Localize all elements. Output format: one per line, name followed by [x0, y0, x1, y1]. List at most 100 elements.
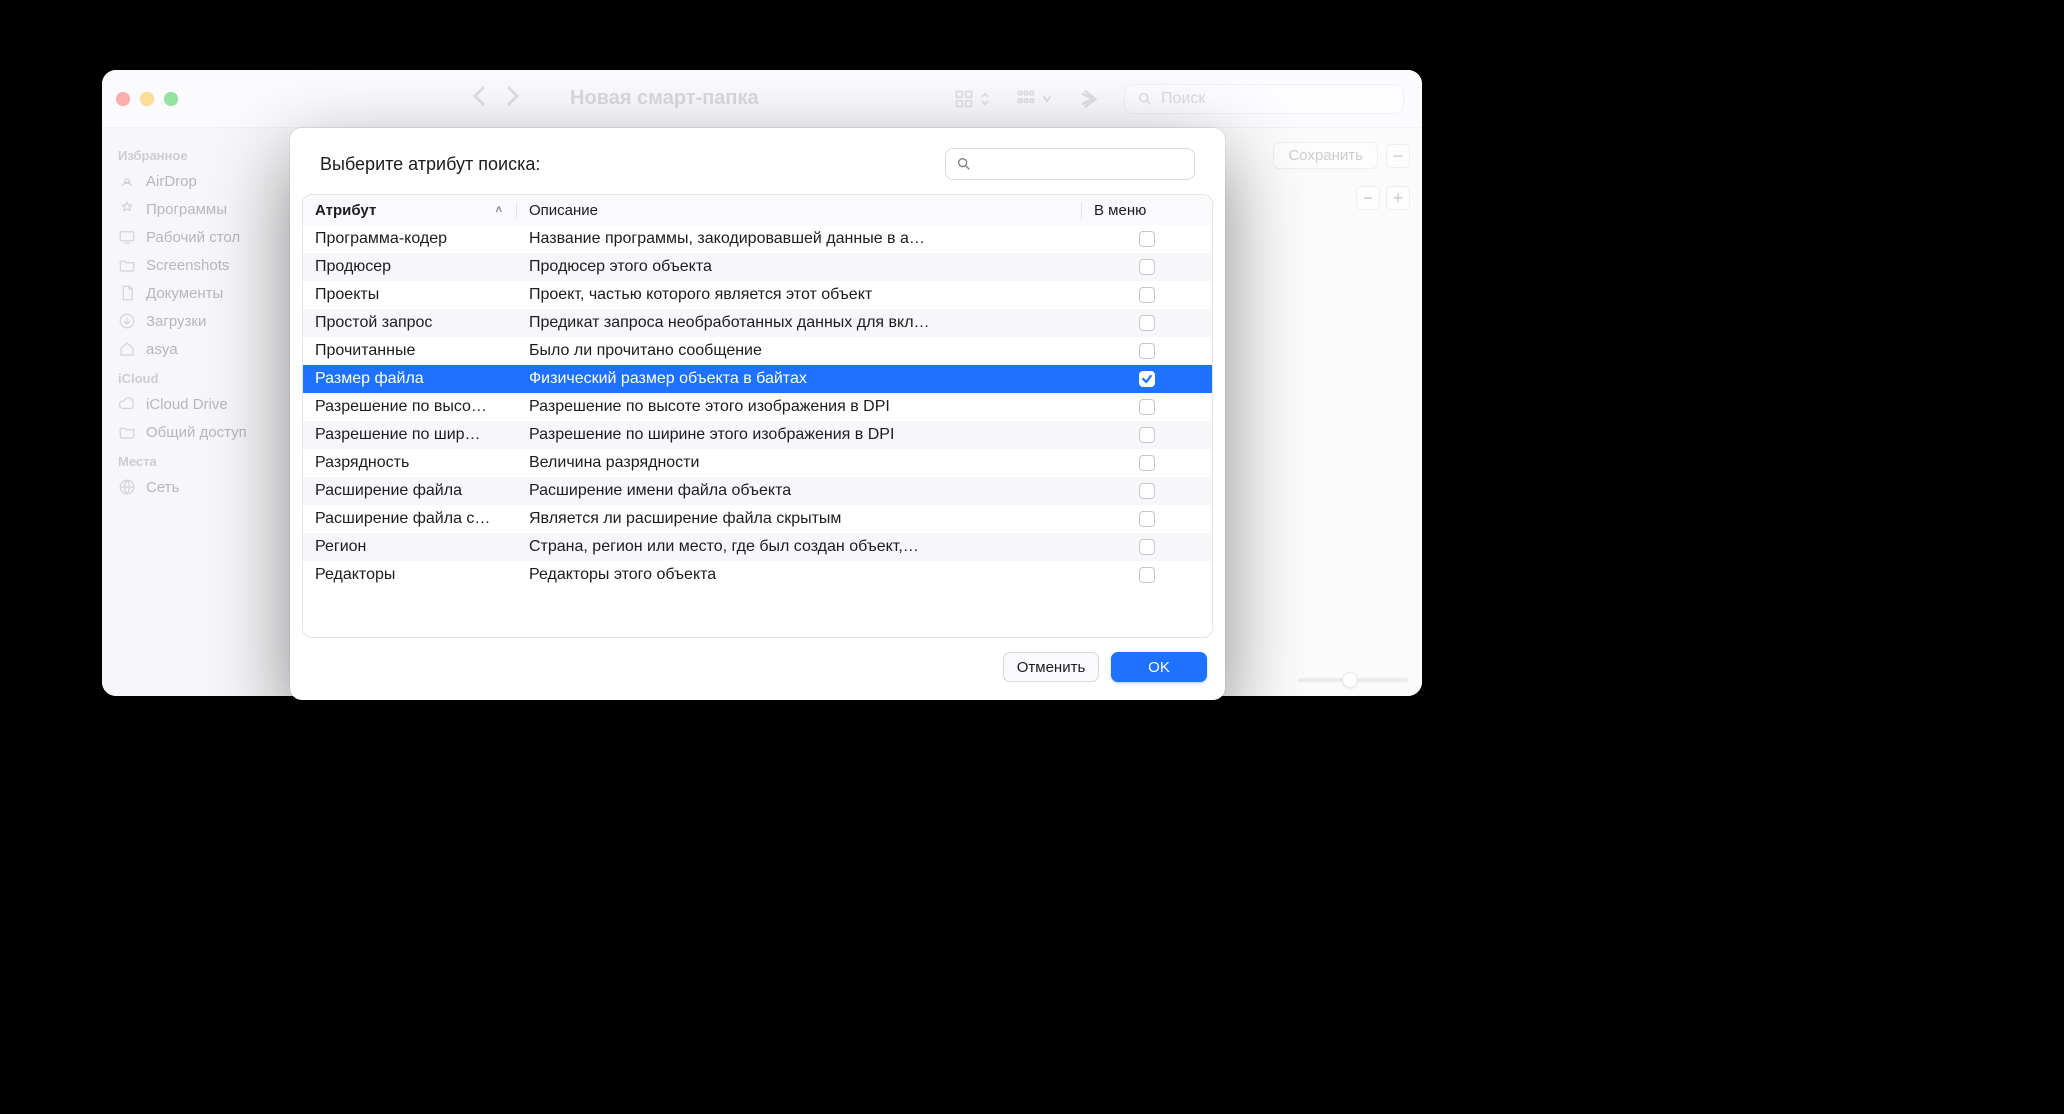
table-header: Атрибут ˄ Описание В меню — [303, 195, 1212, 225]
attribute-cell: Программа-кодер — [303, 230, 517, 248]
description-cell: Проект, частью которого является этот об… — [517, 286, 1082, 304]
apps-icon — [118, 200, 136, 218]
attribute-cell: Продюсер — [303, 258, 517, 276]
in-menu-checkbox[interactable] — [1139, 231, 1155, 247]
sheet-title: Выберите атрибут поиска: — [320, 154, 540, 175]
table-row[interactable]: Размер файлаФизический размер объекта в … — [303, 365, 1212, 393]
sidebar-item[interactable]: Рабочий стол — [112, 223, 291, 251]
airdrop-icon — [118, 172, 136, 190]
table-row[interactable]: РазрядностьВеличина разрядности — [303, 449, 1212, 477]
sidebar-item-label: asya — [146, 341, 178, 358]
attribute-table: Атрибут ˄ Описание В меню Программа-коде… — [302, 194, 1213, 638]
doc-icon — [118, 284, 136, 302]
attribute-picker-sheet: Выберите атрибут поиска: Атрибут ˄ Описа… — [290, 128, 1225, 700]
description-cell: Является ли расширение файла скрытым — [517, 510, 1082, 528]
description-cell: Страна, регион или место, где был создан… — [517, 538, 1082, 556]
download-icon — [118, 312, 136, 330]
table-body: Программа-кодерНазвание программы, закод… — [303, 225, 1212, 637]
sidebar-section-title: iCloud — [112, 363, 291, 390]
sidebar-item-label: Программы — [146, 201, 227, 218]
in-menu-cell — [1082, 483, 1212, 499]
sidebar-section-title: Избранное — [112, 140, 291, 167]
minimize-window-button[interactable] — [140, 92, 154, 106]
save-button[interactable]: Сохранить — [1273, 142, 1378, 169]
table-row[interactable]: Программа-кодерНазвание программы, закод… — [303, 225, 1212, 253]
sidebar-item[interactable]: AirDrop — [112, 167, 291, 195]
collapse-criteria-button[interactable]: − — [1386, 144, 1410, 168]
sidebar-item-label: iCloud Drive — [146, 396, 228, 413]
sidebar-item[interactable]: Программы — [112, 195, 291, 223]
table-row[interactable]: Простой запросПредикат запроса необработ… — [303, 309, 1212, 337]
in-menu-checkbox[interactable] — [1139, 371, 1155, 387]
in-menu-checkbox[interactable] — [1139, 567, 1155, 583]
cancel-button[interactable]: Отменить — [1003, 652, 1099, 682]
table-row[interactable]: Разрешение по шир…Разрешение по ширине э… — [303, 421, 1212, 449]
close-window-button[interactable] — [116, 92, 130, 106]
in-menu-checkbox[interactable] — [1139, 483, 1155, 499]
sort-ascending-icon: ˄ — [496, 204, 502, 216]
back-button[interactable] — [472, 85, 486, 112]
in-menu-cell — [1082, 259, 1212, 275]
table-row[interactable]: ПродюсерПродюсер этого объекта — [303, 253, 1212, 281]
criteria-add-remove: − + — [1356, 186, 1410, 210]
description-cell: Редакторы этого объекта — [517, 566, 1082, 584]
sidebar-item-label: Общий доступ — [146, 424, 247, 441]
forward-button[interactable] — [506, 85, 520, 112]
description-cell: Разрешение по высоте этого изображения в… — [517, 398, 1082, 416]
window-controls — [116, 92, 178, 106]
in-menu-checkbox[interactable] — [1139, 539, 1155, 555]
attribute-cell: Простой запрос — [303, 314, 517, 332]
nav-arrows — [472, 85, 520, 112]
in-menu-cell — [1082, 539, 1212, 555]
sidebar-item[interactable]: Загрузки — [112, 307, 291, 335]
in-menu-checkbox[interactable] — [1139, 343, 1155, 359]
zoom-slider[interactable] — [1298, 678, 1408, 682]
table-row[interactable]: ПроектыПроект, частью которого является … — [303, 281, 1212, 309]
ok-button[interactable]: OK — [1111, 652, 1207, 682]
in-menu-checkbox[interactable] — [1139, 315, 1155, 331]
table-row[interactable]: ПрочитанныеБыло ли прочитано сообщение — [303, 337, 1212, 365]
table-row[interactable]: Разрешение по высо…Разрешение по высоте … — [303, 393, 1212, 421]
more-toolbar-icon[interactable] — [1078, 89, 1098, 109]
attribute-cell: Расширение файла с… — [303, 510, 517, 528]
column-attribute[interactable]: Атрибут ˄ — [303, 202, 517, 219]
finder-toolbar: Новая смарт-папка Поиск — [102, 70, 1422, 128]
in-menu-cell — [1082, 231, 1212, 247]
zoom-window-button[interactable] — [164, 92, 178, 106]
description-cell: Было ли прочитано сообщение — [517, 342, 1082, 360]
description-cell: Название программы, закодировавшей данны… — [517, 230, 1082, 248]
sheet-header: Выберите атрибут поиска: — [290, 128, 1225, 194]
description-cell: Продюсер этого объекта — [517, 258, 1082, 276]
in-menu-checkbox[interactable] — [1139, 427, 1155, 443]
attribute-cell: Разрешение по высо… — [303, 398, 517, 416]
in-menu-checkbox[interactable] — [1139, 511, 1155, 527]
sidebar-item[interactable]: asya — [112, 335, 291, 363]
column-description[interactable]: Описание — [517, 202, 1082, 219]
sidebar-item[interactable]: iCloud Drive — [112, 390, 291, 418]
in-menu-checkbox[interactable] — [1139, 455, 1155, 471]
sidebar-item[interactable]: Общий доступ — [112, 418, 291, 446]
sidebar-item-label: AirDrop — [146, 173, 197, 190]
in-menu-checkbox[interactable] — [1139, 399, 1155, 415]
add-rule-button[interactable]: + — [1386, 186, 1410, 210]
in-menu-checkbox[interactable] — [1139, 287, 1155, 303]
sidebar-item[interactable]: Документы — [112, 279, 291, 307]
table-row[interactable]: РедакторыРедакторы этого объекта — [303, 561, 1212, 589]
toolbar-search[interactable]: Поиск — [1124, 84, 1404, 114]
zoom-slider-thumb[interactable] — [1342, 672, 1358, 688]
sidebar-item[interactable]: Сеть — [112, 473, 291, 501]
description-cell: Расширение имени файла объекта — [517, 482, 1082, 500]
in-menu-checkbox[interactable] — [1139, 259, 1155, 275]
group-by-icon[interactable] — [1016, 89, 1052, 109]
table-row[interactable]: РегионСтрана, регион или место, где был … — [303, 533, 1212, 561]
remove-rule-button[interactable]: − — [1356, 186, 1380, 210]
sheet-search-input[interactable] — [945, 148, 1195, 180]
window-title: Новая смарт-папка — [570, 87, 759, 110]
desktop-icon — [118, 228, 136, 246]
view-mode-icon[interactable] — [954, 89, 990, 109]
table-row[interactable]: Расширение файлаРасширение имени файла о… — [303, 477, 1212, 505]
column-in-menu[interactable]: В меню — [1082, 202, 1212, 219]
sidebar-item[interactable]: Screenshots — [112, 251, 291, 279]
table-row[interactable]: Расширение файла с…Является ли расширени… — [303, 505, 1212, 533]
sidebar: Избранное AirDrop Программы Рабочий столScr… — [102, 128, 302, 696]
